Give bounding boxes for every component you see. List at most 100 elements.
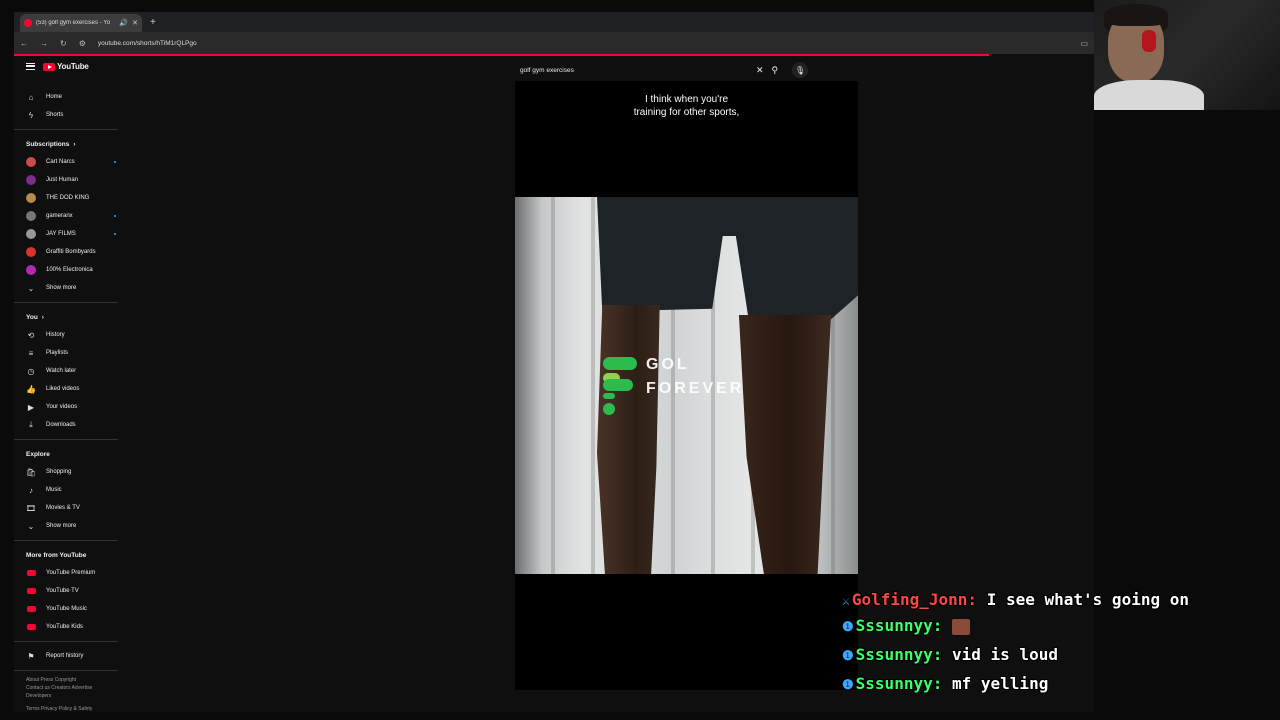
speaker-icon[interactable]: 🔊: [119, 19, 128, 27]
address-bar: ← → ↻ ⚙ youtube.com/shorts/hTiM1rQLPgo ▭: [14, 32, 1094, 54]
subscription-cart-narcs[interactable]: Cart Narcs: [24, 153, 118, 171]
new-content-dot: [114, 215, 116, 217]
subscription-label: JAY FILMS: [46, 231, 76, 237]
subscription-label: THE DOD KING: [46, 195, 90, 201]
video-caption: I think when you're training for other s…: [515, 93, 858, 119]
subscription-label: Just Human: [46, 177, 79, 183]
search-bar: golf gym exercises ✕ ⚲ 🎙: [514, 62, 808, 78]
explore-show-more[interactable]: ⌄ Show more: [24, 517, 118, 535]
site-info-icon[interactable]: ⚙: [79, 39, 86, 48]
footer-links-3[interactable]: Developers: [26, 692, 118, 700]
you-header[interactable]: You ›: [24, 308, 118, 326]
report-history-label: Report history: [46, 653, 84, 659]
subscription-label: 100% Electronica: [46, 267, 93, 273]
sidebar-item-watch-later[interactable]: ◷ Watch later: [24, 362, 118, 380]
sidebar-item-youtube-tv[interactable]: YouTube TV: [24, 582, 118, 600]
sidebar-item-label: History: [46, 332, 65, 338]
subscription-jay-films[interactable]: JAY FILMS: [24, 225, 118, 243]
footer-links-4[interactable]: Terms Privacy Policy & Safety: [26, 705, 118, 713]
sidebar-item-shorts[interactable]: ϟ Shorts: [24, 106, 118, 124]
webcam-shirt: [1094, 80, 1204, 110]
subscription-label: Graffiti Bombyards: [46, 249, 96, 255]
clear-search-icon[interactable]: ✕: [756, 65, 764, 76]
shorts-icon: ϟ: [28, 110, 34, 120]
sub-badge-icon: ❶: [842, 620, 854, 635]
sidebar-item-music[interactable]: ♪ Music: [24, 481, 118, 499]
chat-username: Sssunnyy:: [855, 616, 943, 635]
subscription-the-dod-king[interactable]: THE DOD KING: [24, 189, 118, 207]
caption-line-2: training for other sports,: [633, 107, 740, 118]
sidebar-item-label: Liked videos: [46, 386, 80, 392]
footer-links-2[interactable]: Contact us Creators Advertise: [26, 684, 118, 692]
chat-username: Golfing_Jonn:: [851, 590, 978, 609]
subs-show-more[interactable]: ⌄ Show more: [24, 279, 118, 297]
mic-icon[interactable]: 🎙: [792, 62, 808, 78]
search-input[interactable]: golf gym exercises: [514, 63, 748, 77]
golf-forever-logo-text: GOL FOREVER: [646, 353, 744, 401]
your-videos-icon: ▶: [27, 402, 35, 412]
sidebar-item-liked-videos[interactable]: 👍 Liked videos: [24, 380, 118, 398]
history-icon: ⟲: [27, 330, 35, 340]
flag-icon: ⚑: [27, 651, 35, 661]
sidebar-item-home[interactable]: ⌂ Home: [24, 88, 118, 106]
sidebar-item-your-videos[interactable]: ▶ Your videos: [24, 398, 118, 416]
sidebar-item-history[interactable]: ⟲ History: [24, 326, 118, 344]
sidebar-item-label: YouTube TV: [46, 588, 79, 594]
subscriptions-header[interactable]: Subscriptions ›: [24, 135, 118, 153]
subscription-graffiti-bombyards[interactable]: Graffiti Bombyards: [24, 243, 118, 261]
sub-badge-icon: ❶: [842, 649, 854, 664]
sidebar-item-downloads[interactable]: ⤓ Downloads: [24, 416, 118, 434]
back-icon[interactable]: ←: [20, 39, 28, 48]
subscription-just-human[interactable]: Just Human: [24, 171, 118, 189]
screen: (53) golf gym exercises - Yo 🔊 ✕ + ← → ↻…: [0, 0, 1280, 720]
sidebar-item-label: Shopping: [46, 469, 72, 475]
reload-icon[interactable]: ↻: [60, 39, 67, 48]
athlete-leg-left: [597, 305, 660, 574]
subscription-gameranx[interactable]: gameranx: [24, 207, 118, 225]
sidebar-item-youtube-music[interactable]: YouTube Music: [24, 600, 118, 618]
close-tab-icon[interactable]: ✕: [132, 19, 138, 27]
sidebar-item-youtube-premium[interactable]: YouTube Premium: [24, 564, 118, 582]
headset-icon: [1142, 30, 1156, 52]
playlists-icon: ≡: [28, 348, 34, 358]
subscription-100-electronica[interactable]: 100% Electronica: [24, 261, 118, 279]
caption-line-1: I think when you're: [644, 94, 729, 105]
sidebar-item-shopping[interactable]: 🛍 Shopping: [24, 463, 118, 481]
chat-message: ❶ Sssunnyy: mf yelling: [842, 670, 1272, 699]
footer-links-1[interactable]: About Press Copyright: [26, 676, 118, 684]
cast-icon[interactable]: ▭: [1080, 39, 1088, 48]
browser-tab[interactable]: (53) golf gym exercises - Yo 🔊 ✕: [20, 14, 142, 32]
masthead-left: YouTube: [26, 62, 89, 71]
music-icon: ♪: [29, 485, 33, 495]
movies-icon: 🎞: [25, 503, 37, 513]
stream-chat-overlay: ⚔ Golfing_Jonn: I see what's going on ❶ Ss…: [842, 590, 1272, 699]
home-icon: ⌂: [28, 92, 34, 102]
menu-icon[interactable]: [26, 63, 35, 70]
report-history[interactable]: ⚑ Report history: [24, 647, 118, 665]
explore-show-more-label: Show more: [46, 523, 77, 529]
shorts-video-player[interactable]: I think when you're training for other s…: [515, 81, 858, 690]
youtube-logo-text: YouTube: [57, 62, 89, 71]
url-field[interactable]: youtube.com/shorts/hTiM1rQLPgo: [98, 40, 197, 47]
channel-avatar: [26, 175, 36, 185]
sidebar-item-label: Your videos: [46, 404, 78, 410]
sidebar-item-label: Shorts: [46, 112, 64, 118]
chat-text: I see what's going on: [986, 590, 1189, 609]
new-tab-icon[interactable]: +: [150, 17, 156, 28]
subscriptions-header-label: Subscriptions: [26, 140, 70, 148]
subscription-label: Cart Narcs: [46, 159, 75, 165]
golf-forever-logo-icon: [603, 357, 637, 415]
tab-bar: (53) golf gym exercises - Yo 🔊 ✕ +: [14, 12, 1094, 32]
chevron-down-icon: ⌄: [27, 283, 35, 293]
sidebar-item-youtube-kids[interactable]: YouTube Kids: [24, 618, 118, 636]
new-content-dot: [114, 161, 116, 163]
downloads-icon: ⤓: [29, 420, 33, 429]
sidebar-item-playlists[interactable]: ≡ Playlists: [24, 344, 118, 362]
youtube-logo[interactable]: YouTube: [43, 62, 89, 71]
shopping-icon: 🛍: [25, 467, 37, 477]
sidebar-item-movies-tv[interactable]: 🎞 Movies & TV: [24, 499, 118, 517]
youtube-kids-icon: [26, 622, 36, 632]
sidebar-item-label: Home: [46, 94, 63, 100]
forward-icon[interactable]: →: [40, 39, 48, 48]
search-icon[interactable]: ⚲: [772, 65, 779, 76]
